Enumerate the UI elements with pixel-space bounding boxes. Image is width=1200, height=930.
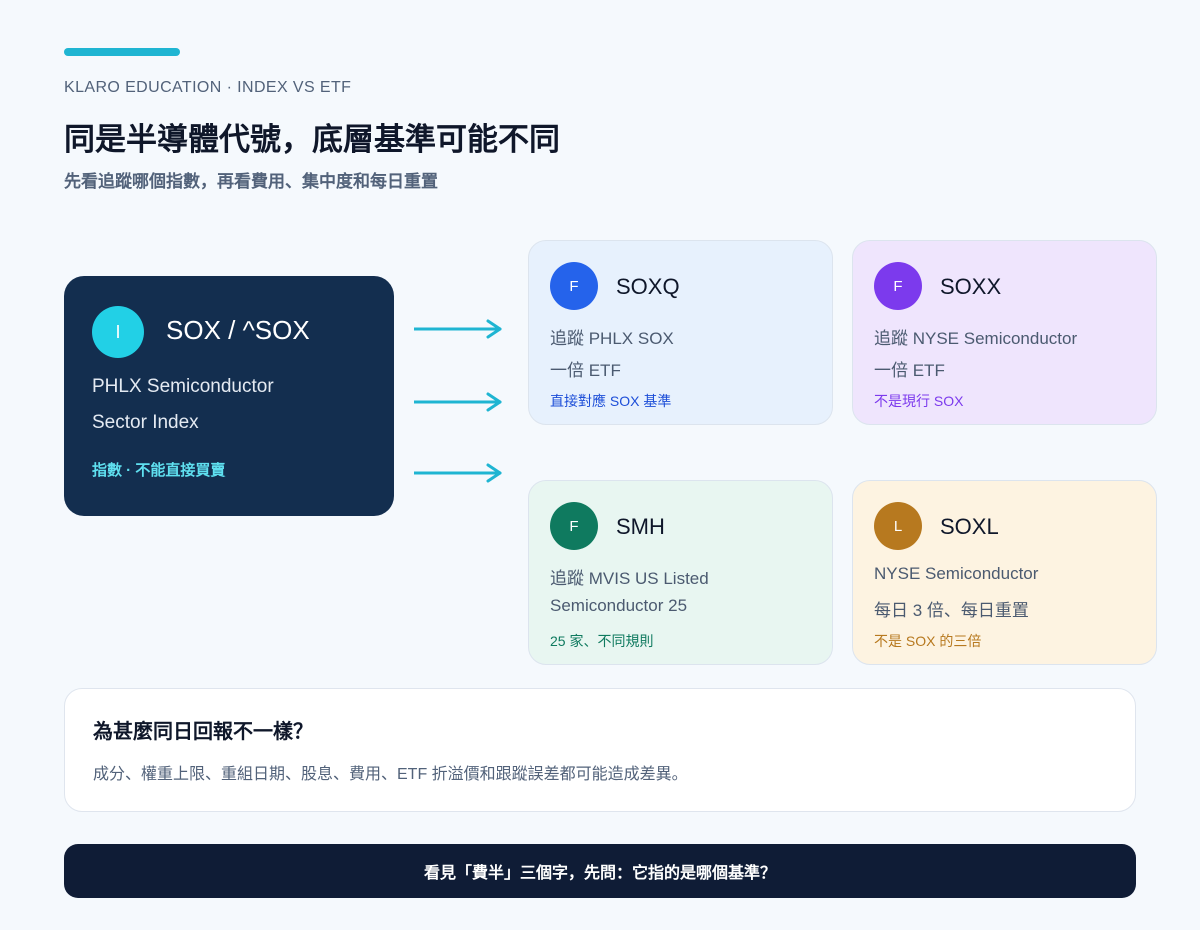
etf-badge: F (550, 502, 598, 550)
page-subtitle: 先看追蹤哪個指數，再看費用、集中度和每日重置 (64, 172, 438, 191)
arrow-right-icon (414, 319, 502, 339)
etf-ticker: SOXX (940, 274, 1002, 299)
index-title: SOX / ^SOX (166, 315, 310, 345)
etf-detail-line-2: Semiconductor 25 (550, 596, 688, 615)
index-name-line-2: Sector Index (92, 412, 199, 433)
etf-ticker: SMH (616, 514, 665, 539)
etf-card-smh: F SMH 追蹤 MVIS US Listed Semiconductor 25… (528, 480, 833, 665)
page-title: 同是半導體代號，底層基準可能不同 (64, 122, 560, 157)
etf-detail-line-1: 追蹤 PHLX SOX (550, 329, 674, 348)
etf-note: 25 家、不同規則 (550, 633, 654, 649)
why-title: 為甚麼同日回報不一樣？ (93, 721, 313, 743)
index-badge: I (92, 306, 144, 358)
etf-ticker: SOXL (940, 514, 999, 539)
etf-badge: F (874, 262, 922, 310)
etf-badge: F (550, 262, 598, 310)
etf-ticker: SOXQ (616, 274, 680, 299)
index-note: 指數 · 不能直接買賣 (92, 462, 226, 479)
index-card-sox: I SOX / ^SOX PHLX Semiconductor Sector I… (64, 276, 394, 516)
etf-badge: L (874, 502, 922, 550)
index-name-line-1: PHLX Semiconductor (92, 376, 274, 397)
etf-detail-line-1: 追蹤 NYSE Semiconductor (874, 329, 1078, 348)
etf-detail-line-2: 每日 3 倍、每日重置 (874, 601, 1029, 620)
why-text: 成分、權重上限、重組日期、股息、費用、ETF 折溢價和跟蹤誤差都可能造成差異。 (93, 766, 688, 783)
arrow-right-icon (414, 463, 502, 483)
eyebrow-label: KLARO EDUCATION · INDEX VS ETF (64, 79, 352, 96)
etf-card-soxq: F SOXQ 追蹤 PHLX SOX 一倍 ETF 直接對應 SOX 基準 (528, 240, 833, 425)
etf-detail-line-1: 追蹤 MVIS US Listed (550, 569, 709, 588)
etf-note: 不是 SOX 的三倍 (874, 633, 982, 649)
why-explainer-box: 為甚麼同日回報不一樣？ 成分、權重上限、重組日期、股息、費用、ETF 折溢價和跟… (64, 688, 1136, 812)
etf-card-soxx: F SOXX 追蹤 NYSE Semiconductor 一倍 ETF 不是現行… (852, 240, 1157, 425)
etf-note: 直接對應 SOX 基準 (550, 393, 672, 409)
arrow-right-icon (414, 392, 502, 412)
etf-detail-line-1: NYSE Semiconductor (874, 564, 1039, 583)
etf-detail-line-2: 一倍 ETF (550, 361, 621, 380)
footer-text: 看見「費半」三個字，先問：它指的是哪個基準？ (423, 865, 776, 882)
footer-callout: 看見「費半」三個字，先問：它指的是哪個基準？ (64, 844, 1136, 898)
accent-bar (64, 48, 180, 56)
etf-note: 不是現行 SOX (874, 393, 964, 409)
etf-detail-line-2: 一倍 ETF (874, 361, 945, 380)
etf-card-soxl: L SOXL NYSE Semiconductor 每日 3 倍、每日重置 不是… (852, 480, 1157, 665)
